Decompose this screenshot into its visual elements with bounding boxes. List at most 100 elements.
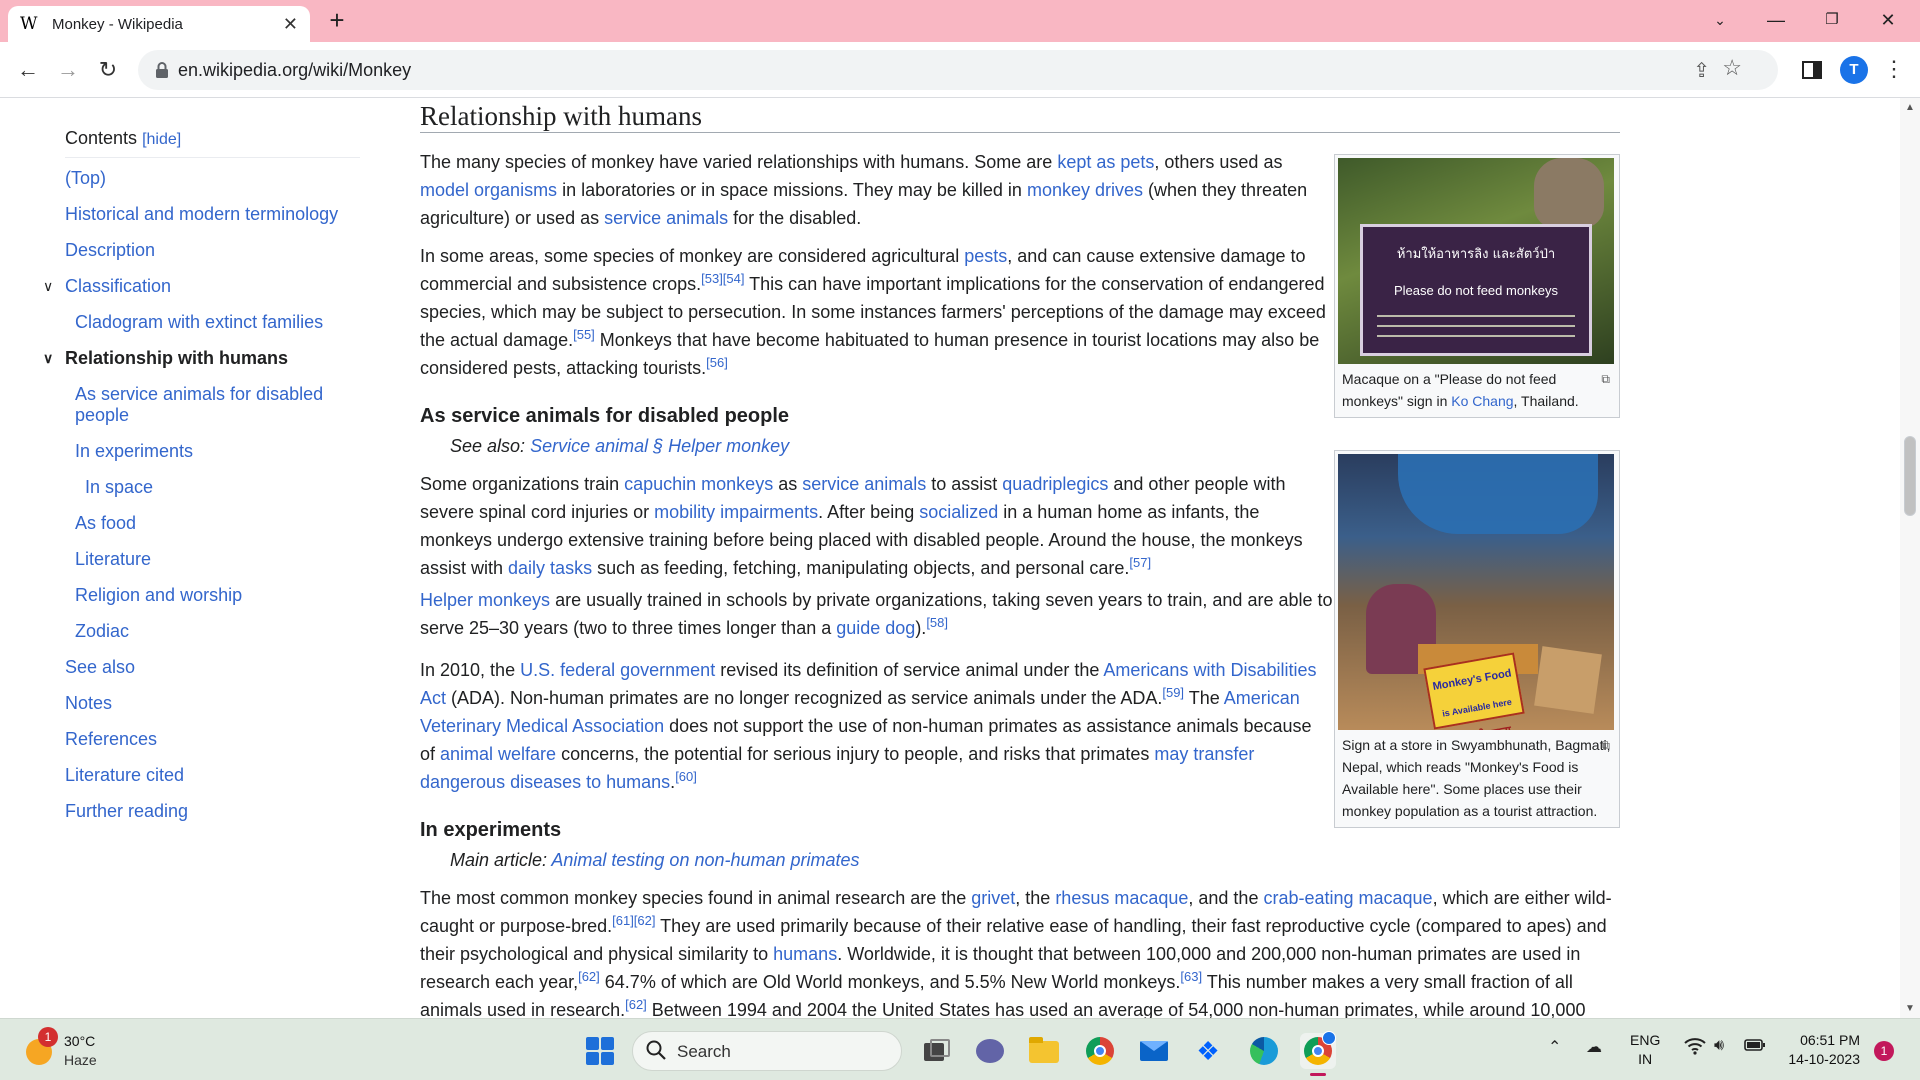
chevron-down-icon[interactable]: ∨	[43, 348, 53, 369]
citation[interactable]: [57]	[1129, 555, 1151, 570]
toc-item-relationship[interactable]: Relationship with humans	[65, 348, 288, 368]
system-clock[interactable]: 06:51 PM 14-10-2023	[1780, 1031, 1860, 1069]
scroll-down-icon[interactable]: ▼	[1905, 1003, 1915, 1014]
toc-item-description[interactable]: Description	[65, 240, 360, 261]
toc-item-religion[interactable]: Religion and worship	[65, 585, 335, 606]
link-helper-monkeys[interactable]: Helper monkeys	[420, 590, 550, 610]
link-socialized[interactable]: socialized	[919, 502, 998, 522]
start-button[interactable]	[586, 1037, 614, 1065]
citation[interactable]: [59]	[1162, 685, 1184, 700]
weather-badge: 1	[38, 1027, 58, 1047]
restore-button[interactable]: ❐	[1804, 0, 1860, 42]
toc-item-cladogram[interactable]: Cladogram with extinct families	[65, 312, 335, 333]
link-grivet[interactable]: grivet	[971, 888, 1015, 908]
citation[interactable]: [56]	[706, 355, 728, 370]
toc-item-zodiac[interactable]: Zodiac	[65, 621, 335, 642]
teams-chat-icon[interactable]	[972, 1033, 1008, 1069]
battery-icon[interactable]	[1744, 1037, 1766, 1058]
chrome-active-icon[interactable]	[1300, 1031, 1336, 1076]
task-view-icon[interactable]	[918, 1033, 954, 1069]
link-pests[interactable]: pests	[964, 246, 1007, 266]
link-rhesus-macaque[interactable]: rhesus macaque	[1055, 888, 1188, 908]
link-service-animals[interactable]: service animals	[802, 474, 926, 494]
citation[interactable]: [63]	[1180, 969, 1202, 984]
minimize-button[interactable]: —	[1748, 0, 1804, 42]
scroll-up-icon[interactable]: ▲	[1905, 102, 1915, 113]
mail-icon[interactable]	[1136, 1033, 1172, 1069]
chevron-down-icon[interactable]: ∨	[43, 276, 53, 297]
citation[interactable]: [55]	[573, 327, 595, 342]
notification-badge[interactable]: 1	[1874, 1041, 1894, 1061]
taskbar-search[interactable]: Search	[632, 1031, 902, 1071]
link-service-animal-helper-monkey[interactable]: Service animal § Helper monkey	[530, 436, 789, 456]
close-window-button[interactable]: ✕	[1860, 0, 1916, 42]
chrome-icon[interactable]	[1082, 1033, 1118, 1069]
citation[interactable]: [53][54]	[701, 271, 744, 286]
photo-macaque-sign[interactable]: ห้ามให้อาหารลิง และสัตว์ป่า Please do no…	[1338, 158, 1614, 364]
toc-title: Contents	[65, 128, 138, 148]
toc-item-classification[interactable]: Classification	[65, 276, 171, 296]
page-scrollbar[interactable]: ▲ ▼	[1900, 98, 1920, 1018]
link-capuchin-monkeys[interactable]: capuchin monkeys	[624, 474, 773, 494]
link-daily-tasks[interactable]: daily tasks	[508, 558, 592, 578]
dropbox-icon[interactable]: ❖	[1190, 1033, 1226, 1069]
link-service-animals[interactable]: service animals	[604, 208, 728, 228]
citation[interactable]: [62]	[578, 969, 600, 984]
link-monkey-drives[interactable]: monkey drives	[1027, 180, 1143, 200]
toc-item-literature-cited[interactable]: Literature cited	[65, 765, 360, 786]
toc-item-literature[interactable]: Literature	[65, 549, 335, 570]
side-panel-icon[interactable]	[1800, 56, 1824, 84]
link-humans[interactable]: humans	[773, 944, 837, 964]
link-quadriplegics[interactable]: quadriplegics	[1002, 474, 1108, 494]
reload-button[interactable]: ↻	[92, 54, 124, 86]
link-us-federal-government[interactable]: U.S. federal government	[520, 660, 715, 680]
browser-tab[interactable]: W Monkey - Wikipedia ✕	[8, 6, 310, 42]
link-mobility-impairments[interactable]: mobility impairments	[654, 502, 818, 522]
link-model-organisms[interactable]: model organisms	[420, 180, 557, 200]
toc-item-further-reading[interactable]: Further reading	[65, 801, 360, 822]
citation[interactable]: [58]	[926, 615, 948, 630]
citation[interactable]: [60]	[675, 769, 697, 784]
volume-icon[interactable]: 🔊︎	[1714, 1037, 1724, 1055]
link-crab-eating-macaque[interactable]: crab-eating macaque	[1263, 888, 1432, 908]
enlarge-icon[interactable]: ⧉	[1601, 734, 1610, 756]
chevron-up-icon[interactable]: ⌃	[1548, 1037, 1561, 1057]
more-menu-icon[interactable]: ⋮	[1882, 56, 1906, 84]
toc-item-space[interactable]: In space	[65, 477, 360, 498]
wifi-icon[interactable]	[1684, 1037, 1706, 1060]
tab-search-chevron-icon[interactable]: ⌄	[1692, 0, 1748, 42]
toc-item-service-animals[interactable]: As service animals for disabled people	[65, 384, 335, 426]
toc-item-experiments[interactable]: In experiments	[65, 441, 335, 462]
figure-monkey-food-store: Monkey's Food is Available here बाँदरको …	[1334, 450, 1620, 828]
link-kept-as-pets[interactable]: kept as pets	[1057, 152, 1154, 172]
weather-widget[interactable]: 1 30°C Haze	[22, 1027, 142, 1073]
scrollbar-thumb[interactable]	[1904, 436, 1916, 516]
link-animal-testing-primates[interactable]: Animal testing on non-human primates	[551, 850, 859, 870]
link-animal-welfare[interactable]: animal welfare	[440, 744, 556, 764]
enlarge-icon[interactable]: ⧉	[1601, 368, 1610, 390]
forward-button[interactable]: →	[52, 54, 84, 86]
bookmark-star-icon[interactable]: ☆	[1722, 55, 1742, 81]
toc-item-see-also[interactable]: See also	[65, 657, 360, 678]
toc-item-food[interactable]: As food	[65, 513, 335, 534]
toc-item-notes[interactable]: Notes	[65, 693, 360, 714]
address-bar[interactable]: en.wikipedia.org/wiki/Monkey ⇪ ☆	[138, 50, 1778, 90]
link-guide-dog[interactable]: guide dog	[836, 618, 915, 638]
profile-avatar[interactable]: T	[1840, 56, 1868, 84]
close-tab-icon[interactable]: ✕	[283, 14, 298, 35]
citation[interactable]: [62]	[625, 997, 647, 1012]
file-explorer-icon[interactable]	[1026, 1033, 1062, 1069]
back-button[interactable]: ←	[12, 54, 44, 86]
link-ko-chang[interactable]: Ko Chang	[1451, 393, 1513, 409]
edge-icon[interactable]	[1246, 1033, 1282, 1069]
toc-item-top[interactable]: (Top)	[65, 168, 360, 189]
new-tab-button[interactable]: +	[322, 6, 352, 36]
toc-item-references[interactable]: References	[65, 729, 360, 750]
input-language[interactable]: ENG IN	[1630, 1031, 1660, 1069]
citation[interactable]: [61][62]	[612, 913, 655, 928]
share-icon[interactable]: ⇪	[1693, 58, 1710, 83]
onedrive-cloud-icon[interactable]: ☁	[1586, 1037, 1602, 1057]
toc-hide-link[interactable]: [hide]	[142, 131, 181, 148]
toc-item-terminology[interactable]: Historical and modern terminology	[65, 204, 360, 225]
photo-store[interactable]: Monkey's Food is Available here बाँदरको …	[1338, 454, 1614, 730]
